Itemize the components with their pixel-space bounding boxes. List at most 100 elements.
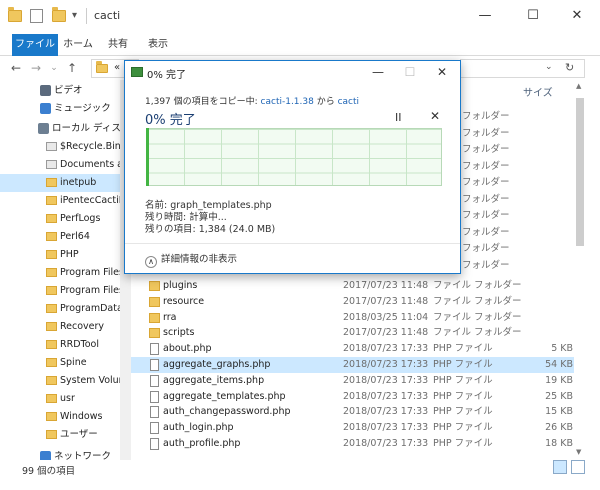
fewer-details-toggle[interactable]: ∧ 詳細情報の非表示 xyxy=(145,251,237,268)
properties-icon[interactable] xyxy=(30,9,43,23)
sidebar-item[interactable]: Windows xyxy=(0,408,120,426)
details-view-icon[interactable] xyxy=(553,460,567,474)
sidebar-item-label: Windows xyxy=(60,411,103,422)
divider xyxy=(86,8,87,24)
sidebar-item[interactable]: iPentecCactiPo xyxy=(0,192,120,210)
sidebar-item[interactable]: RRDTool xyxy=(0,336,120,354)
table-row[interactable]: auth_profile.php 2018/07/23 17:33 PHP ファイル… xyxy=(131,436,583,452)
table-row[interactable]: rra 2018/03/25 11:04 ファイル フォルダー xyxy=(131,310,583,326)
sidebar-item[interactable]: Recovery xyxy=(0,318,120,336)
table-row[interactable]: auth_login.php 2018/07/23 17:33 PHP ファイル 26… xyxy=(131,420,583,436)
sidebar-item[interactable]: Spine xyxy=(0,354,120,372)
table-row[interactable]: about.php 2018/07/23 17:33 PHP ファイル 5 KB xyxy=(131,341,583,357)
close-button[interactable]: ✕ xyxy=(554,0,600,34)
file-size: 26 KB xyxy=(545,422,573,434)
chevron-down-icon[interactable]: ⌄ xyxy=(545,62,553,72)
destination-link[interactable]: cacti xyxy=(338,97,359,107)
sidebar-item[interactable]: Program Files xyxy=(0,264,120,282)
large-icons-view-icon[interactable] xyxy=(571,460,585,474)
customize-toolbar-icon[interactable]: ▾ xyxy=(72,10,77,21)
sidebar-item[interactable]: usr xyxy=(0,390,120,408)
sidebar-item-label: ネットワーク xyxy=(54,451,112,460)
file-type-cell: フォルダー xyxy=(462,226,510,238)
back-icon[interactable]: ← xyxy=(8,60,24,76)
file-type-cell: フォルダー xyxy=(462,177,510,188)
file-name: rra xyxy=(163,311,177,323)
music-icon xyxy=(40,103,51,114)
tab-file[interactable]: ファイル xyxy=(12,34,58,56)
sidebar-item[interactable]: inetpub xyxy=(0,174,120,192)
sidebar-item[interactable]: ローカル ディスク (C xyxy=(0,120,120,138)
sidebar-item-label: PerfLogs xyxy=(60,213,101,224)
sidebar-item[interactable]: ミュージック xyxy=(0,100,120,118)
sidebar-item[interactable]: ユーザー xyxy=(0,426,120,444)
file-type: ファイル フォルダー xyxy=(433,311,522,323)
minimize-button[interactable]: — xyxy=(462,0,508,34)
file-icon xyxy=(150,390,159,403)
cancel-copy-button[interactable]: ✕ xyxy=(430,109,440,123)
copy-from-text: から xyxy=(313,97,338,107)
source-link[interactable]: cacti-1.1.38 xyxy=(261,97,314,107)
sidebar-item[interactable]: Documents and xyxy=(0,156,120,174)
table-row[interactable]: scripts 2017/07/23 11:48 ファイル フォルダー xyxy=(131,325,583,341)
up-icon[interactable]: ↑ xyxy=(64,60,80,76)
table-row[interactable]: aggregate_templates.php 2018/07/23 17:33 P… xyxy=(131,389,583,405)
item-count: 99 個の項目 xyxy=(22,466,76,477)
file-type: PHP ファイル xyxy=(433,374,493,386)
tab-share[interactable]: 共有 xyxy=(100,34,136,56)
scroll-down-icon[interactable]: ▼ xyxy=(576,448,581,456)
sidebar-item[interactable]: ネットワーク xyxy=(0,448,120,460)
file-date: 2018/07/23 17:33 xyxy=(343,343,429,355)
sidebar-item[interactable]: Perl64 xyxy=(0,228,120,246)
recent-locations-icon[interactable]: ⌄ xyxy=(46,60,62,76)
file-name: about.php xyxy=(163,343,212,355)
sidebar-item[interactable]: ProgramData xyxy=(0,300,120,318)
file-icon xyxy=(150,343,159,356)
dialog-close-button[interactable]: ✕ xyxy=(427,61,457,83)
forward-icon[interactable]: → xyxy=(28,60,44,76)
file-icon xyxy=(150,359,159,371)
sidebar-item-label: Perl64 xyxy=(60,231,90,242)
search-box[interactable]: ⌄ ↻ xyxy=(460,59,585,78)
table-row[interactable]: plugins 2017/07/23 11:48 ファイル フォルダー xyxy=(131,278,583,294)
table-row[interactable]: aggregate_items.php 2018/07/23 17:33 PHP フ… xyxy=(131,373,583,389)
pause-button[interactable]: II xyxy=(395,111,402,124)
file-date: 2018/07/23 17:33 xyxy=(343,359,429,370)
sidebar-item-label: Program Files xyxy=(60,267,120,278)
folder-icon xyxy=(46,358,57,367)
new-folder-icon[interactable] xyxy=(52,7,66,22)
file-name: aggregate_templates.php xyxy=(163,390,286,402)
file-date: 2018/07/23 17:33 xyxy=(343,406,429,418)
file-name: auth_profile.php xyxy=(163,438,241,449)
file-type-cell: フォルダー xyxy=(462,127,510,139)
folder-icon xyxy=(46,430,57,439)
scrollbar-thumb[interactable] xyxy=(576,98,584,246)
table-row[interactable]: aggregate_graphs.php 2018/07/23 17:33 PHP … xyxy=(131,357,583,373)
scroll-up-icon[interactable]: ▲ xyxy=(576,82,581,90)
sidebar-item-label: inetpub xyxy=(60,177,97,188)
column-header-size[interactable]: サイズ xyxy=(523,84,553,99)
maximize-button[interactable]: ☐ xyxy=(510,0,556,34)
folder-icon xyxy=(46,394,57,403)
sidebar-item[interactable]: ビデオ xyxy=(0,82,120,100)
folder-icon xyxy=(46,376,57,385)
sidebar-item-label: ビデオ xyxy=(54,85,83,96)
network-icon xyxy=(40,451,51,460)
dialog-minimize-button[interactable]: — xyxy=(363,61,393,83)
table-row[interactable]: resource 2017/07/23 11:48 ファイル フォルダー xyxy=(131,294,583,310)
items-remaining: 残りの項目: 1,384 (24.0 MB) xyxy=(145,224,276,235)
sidebar-item[interactable]: System Volume xyxy=(0,372,120,390)
file-list-scrollbar[interactable]: ▲ ▼ xyxy=(574,80,586,460)
copy-count-text: 1,397 個の項目をコピー中: xyxy=(145,97,261,107)
file-type-cell: フォルダー xyxy=(462,243,510,254)
tab-view[interactable]: 表示 xyxy=(140,34,176,56)
folder-icon xyxy=(46,322,57,331)
tab-home[interactable]: ホーム xyxy=(60,34,96,56)
sidebar-item[interactable]: PHP xyxy=(0,246,120,264)
sidebar-item[interactable]: PerfLogs xyxy=(0,210,120,228)
sidebar-item[interactable]: $Recycle.Bin xyxy=(0,138,120,156)
table-row[interactable]: auth_changepassword.php 2018/07/23 17:33 P… xyxy=(131,404,583,420)
sidebar-item[interactable]: Program Files ( xyxy=(0,282,120,300)
refresh-icon[interactable]: ↻ xyxy=(565,61,574,74)
copy-progress-dialog: 0% 完了 — ☐ ✕ 1,397 個の項目をコピー中: cacti-1.1.3… xyxy=(124,60,461,274)
